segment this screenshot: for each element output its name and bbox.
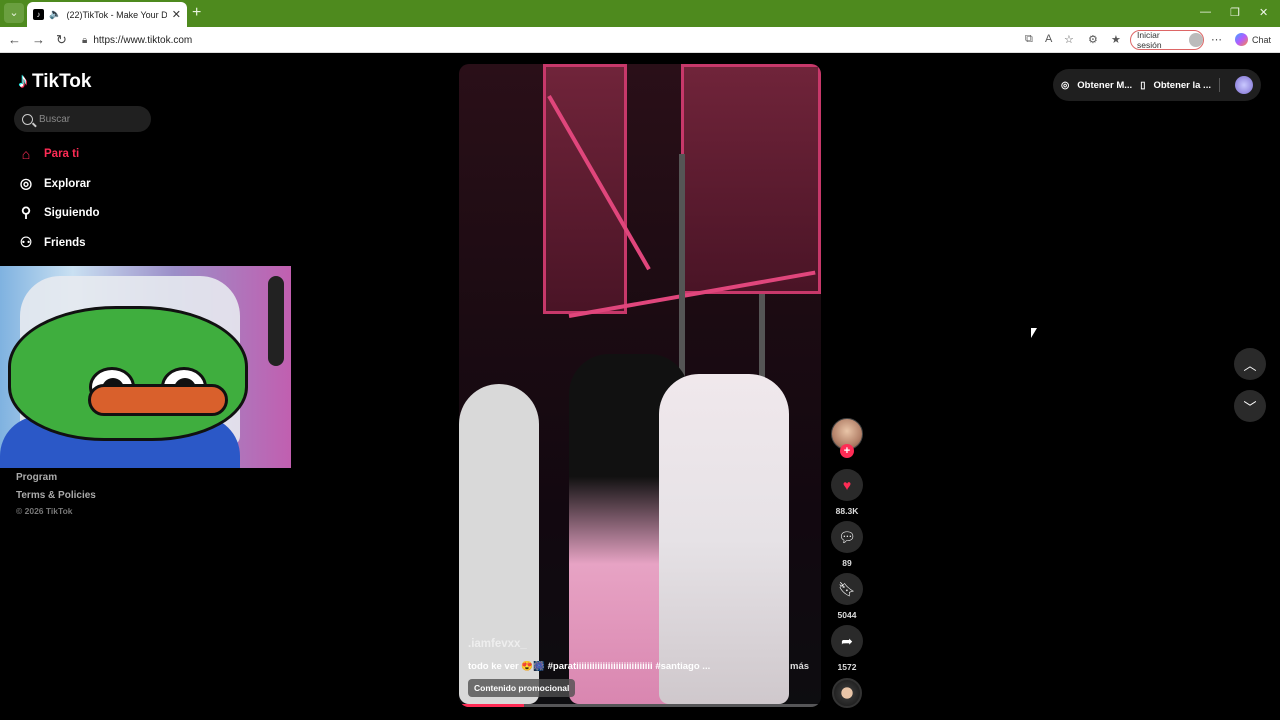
video-username[interactable]: .iamfevxx_ [468, 638, 527, 650]
stage-truss-right [681, 64, 821, 294]
nav-label: Explorar [44, 177, 91, 190]
sound-disc-icon[interactable] [832, 678, 862, 708]
like-count: 88.3K [835, 506, 859, 516]
nav-label: Para ti [44, 148, 80, 160]
heart-icon: ♥ [842, 477, 852, 493]
video-player[interactable]: .iamfevxx_ todo ke ver 😍🎆 #paratiiiiiiii… [459, 64, 821, 707]
video-caption: todo ke ver 😍🎆 #paratiiiiiiiiiiiiiiiiiii… [468, 661, 711, 672]
profile-avatar-icon [1189, 33, 1203, 47]
browser-tab-bar: ⌄ ♪ 🔈 (22)TikTok - Make Your Day ✕ + — ❐… [0, 0, 1280, 27]
site-info-icon[interactable]: 🔒︎ [82, 35, 87, 46]
save-button[interactable]: 🔖︎ [831, 573, 863, 605]
dancer-left [459, 384, 539, 704]
follow-plus-icon[interactable]: + [840, 444, 854, 458]
restore-icon[interactable]: ❐ [1230, 6, 1240, 19]
tiktok-logo[interactable]: ♪ TikTok [18, 70, 91, 93]
nav-item-para-ti[interactable]: ⌂ Para ti [18, 146, 79, 162]
webcam-overlay-image [0, 266, 291, 468]
comment-button[interactable]: 💬︎ [831, 521, 863, 553]
tab-title: (22)TikTok - Make Your Day [66, 9, 167, 20]
tiktok-note-icon: ♪ [18, 70, 28, 92]
dancer-right [659, 374, 789, 704]
tiktok-favicon-icon: ♪ [33, 9, 44, 20]
coins-icon: ◎ [1061, 79, 1070, 91]
nav-item-siguiendo[interactable]: ⚲ Siguiendo [18, 204, 100, 221]
like-button[interactable]: ♥ [831, 469, 863, 501]
brand-name: TikTok [32, 70, 92, 92]
next-video-button[interactable]: ﹀ [1234, 390, 1266, 422]
share-arrow-icon: ➦ [841, 632, 853, 649]
stage-truss-left [543, 64, 627, 314]
frog-face [8, 306, 248, 441]
chevron-up-icon: ︿ [1243, 357, 1257, 373]
search-placeholder: Buscar [39, 113, 71, 125]
following-icon: ⚲ [20, 204, 32, 220]
signin-label: Iniciar sesión [1137, 30, 1162, 50]
video-progress-bar[interactable] [459, 704, 821, 707]
copilot-icon [1235, 33, 1248, 46]
minimize-icon[interactable]: — [1200, 6, 1211, 18]
save-count: 5044 [837, 610, 857, 620]
favorite-star-icon[interactable]: ☆ [1064, 33, 1074, 46]
copilot-chat-button[interactable]: Chat [1235, 33, 1271, 46]
search-icon [22, 113, 33, 125]
more-options-icon[interactable]: ⋯ [1211, 33, 1222, 46]
microphone-shape [268, 276, 284, 366]
close-window-icon[interactable]: ✕ [1259, 6, 1268, 19]
forward-icon[interactable]: → [32, 32, 45, 47]
url-field[interactable]: 🔒︎ https://www.tiktok.com [78, 30, 1128, 50]
extensions-icon[interactable]: ⚙ [1088, 33, 1098, 46]
nav-label: Siguiendo [44, 206, 100, 219]
compass-icon: ◎ [19, 175, 33, 191]
comment-count: 89 [842, 558, 852, 568]
get-coins-button[interactable]: Obtener M... [1077, 80, 1132, 91]
tiktok-page: ♪ TikTok Buscar ⌂ Para ti ◎ Explorar ⚲ S… [0, 54, 1278, 720]
frog-mouth [88, 384, 228, 416]
favorites-icon[interactable]: ★ [1111, 33, 1121, 46]
browser-tab[interactable]: ♪ 🔈 (22)TikTok - Make Your Day ✕ [27, 2, 187, 27]
divider [1218, 78, 1220, 92]
bookmark-icon: 🔖︎ [838, 580, 856, 597]
copyright-text: © 2026 TikTok [16, 506, 73, 516]
tab-close-icon[interactable]: ✕ [172, 8, 181, 21]
tab-actions-menu-icon[interactable]: ⌄ [4, 3, 24, 23]
back-icon[interactable]: ← [8, 32, 21, 47]
friends-icon: ⚇ [19, 234, 33, 250]
search-input[interactable]: Buscar [14, 106, 151, 132]
previous-video-button[interactable]: ︿ [1234, 348, 1266, 380]
speaker-icon[interactable]: 🔈 [49, 9, 61, 20]
url-text: https://www.tiktok.com [93, 34, 193, 46]
video-progress-fill [459, 704, 525, 707]
nav-label: Friends [44, 236, 86, 249]
chat-label: Chat [1252, 34, 1272, 45]
mouse-cursor-icon [1031, 328, 1037, 338]
footer-terms-link[interactable]: Terms & Policies [16, 490, 96, 501]
nav-item-explorar[interactable]: ◎ Explorar [18, 175, 91, 192]
comment-icon: 💬︎ [838, 528, 856, 545]
phone-icon: ▯ [1140, 79, 1146, 91]
reload-icon[interactable]: ↻ [56, 32, 67, 48]
home-icon: ⌂ [21, 146, 31, 162]
user-avatar[interactable] [1235, 76, 1253, 94]
address-bar: ← → ↻ 🔒︎ https://www.tiktok.com ⧉ A ☆ ⚙ … [0, 27, 1280, 53]
nav-item-friends[interactable]: ⚇ Friends [18, 234, 86, 251]
open-in-app-icon[interactable]: ⧉ [1025, 33, 1033, 46]
top-right-actions: ◎ Obtener M... ▯ Obtener la ... [1053, 69, 1261, 101]
signin-button[interactable]: Iniciar sesión [1130, 30, 1204, 50]
share-button[interactable]: ➦ [831, 625, 863, 657]
translate-icon[interactable]: A [1045, 33, 1052, 45]
footer-program-link[interactable]: Program [16, 472, 57, 483]
share-count: 1572 [837, 662, 857, 672]
promotional-badge: Contenido promocional [468, 679, 576, 697]
new-tab-icon[interactable]: + [192, 4, 201, 22]
get-app-button[interactable]: Obtener la ... [1153, 80, 1211, 91]
chevron-down-icon: ﹀ [1243, 399, 1257, 415]
caption-more-link[interactable]: más [790, 661, 809, 672]
